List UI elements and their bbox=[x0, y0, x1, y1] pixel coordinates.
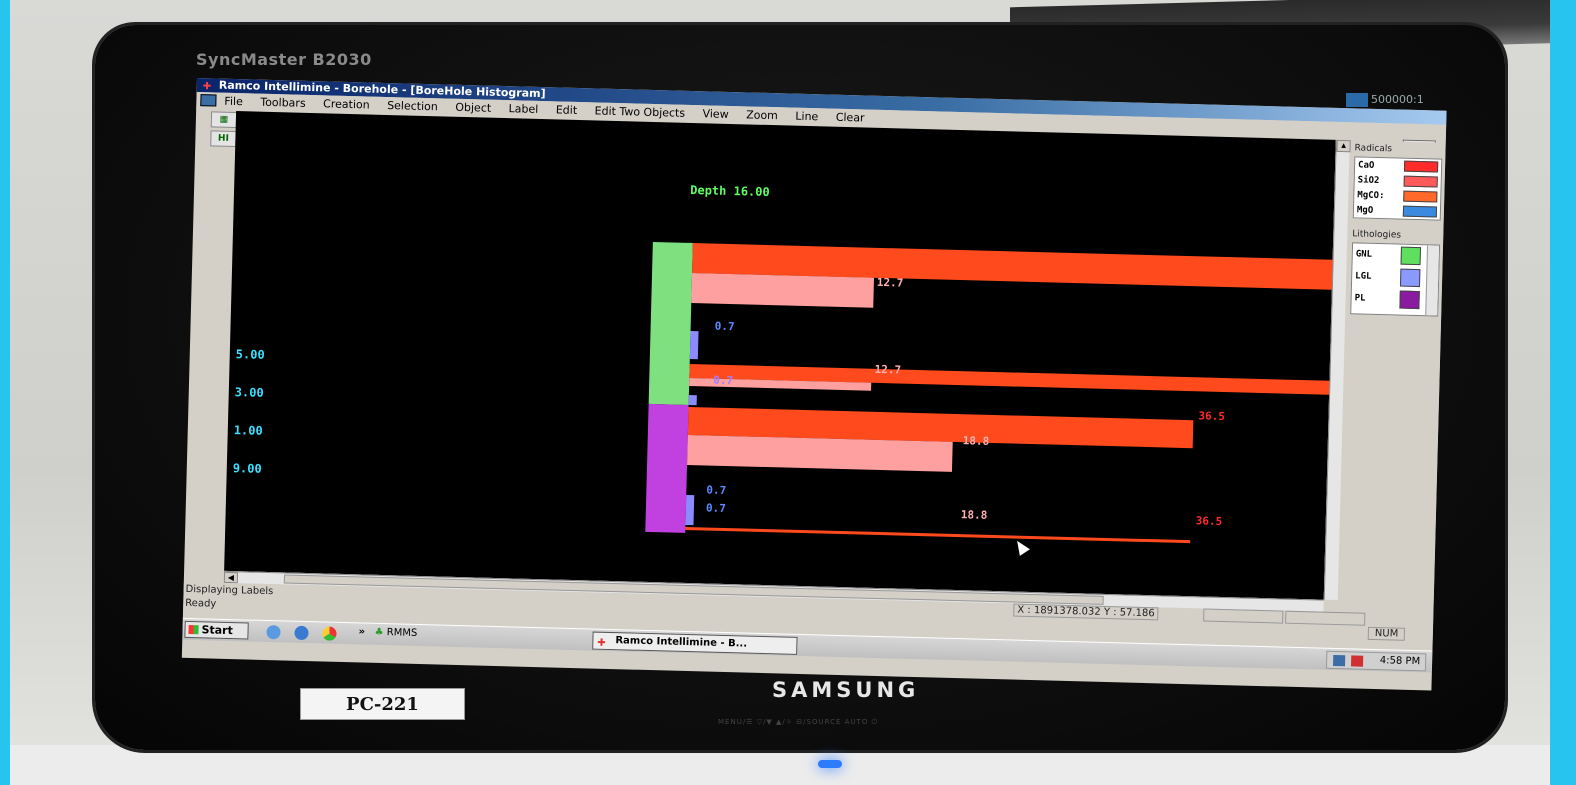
value-label: 0.7 bbox=[714, 319, 735, 334]
lithologies-scrollbar[interactable] bbox=[1425, 245, 1440, 316]
scroll-up-arrow-icon[interactable]: ▲ bbox=[1336, 139, 1351, 153]
menu-clear[interactable]: Clear bbox=[836, 109, 865, 127]
value-label: 18.8 bbox=[962, 434, 990, 448]
quick-launch-more[interactable]: » bbox=[358, 626, 365, 637]
legend-panel: Radicals CaO SiO2 MgCO: MgO Lithologies … bbox=[1339, 140, 1446, 613]
clock: 4:58 PM bbox=[1379, 655, 1421, 668]
lithology-name: GNL bbox=[1355, 249, 1373, 260]
contrast-ratio-label: 500000:1 bbox=[1371, 93, 1424, 106]
security-alert-icon[interactable] bbox=[1350, 655, 1364, 667]
lithology-name: PL bbox=[1354, 293, 1366, 304]
value-label: 0.7 bbox=[713, 373, 734, 388]
color-swatch bbox=[1402, 205, 1438, 218]
bar-sio2 bbox=[691, 273, 875, 308]
menu-edit[interactable]: Edit bbox=[556, 101, 578, 119]
menu-line[interactable]: Line bbox=[795, 108, 818, 126]
desk-surface bbox=[10, 745, 1550, 785]
radical-row[interactable]: MgO bbox=[1354, 202, 1440, 219]
chart-title: Depth 16.00 bbox=[690, 182, 770, 200]
menu-zoom[interactable]: Zoom bbox=[746, 106, 778, 124]
menu-object[interactable]: Object bbox=[455, 99, 491, 117]
color-swatch bbox=[1399, 268, 1421, 288]
monitor-screen: ✚ Ramco Intellimine - Borehole - [BoreHo… bbox=[181, 78, 1447, 691]
brand-logo: SAMSUNG bbox=[772, 678, 920, 702]
color-swatch bbox=[1400, 246, 1421, 266]
system-tray[interactable]: 4:58 PM bbox=[1325, 650, 1427, 672]
start-label: Start bbox=[201, 623, 234, 638]
start-button[interactable]: Start bbox=[184, 620, 249, 640]
radical-name: CaO bbox=[1357, 159, 1375, 171]
menu-selection[interactable]: Selection bbox=[387, 97, 438, 115]
tree-icon: ♣ bbox=[374, 626, 384, 639]
color-swatch bbox=[1403, 190, 1438, 203]
menu-file[interactable]: File bbox=[224, 93, 243, 110]
grid-tool-button[interactable]: ▦ bbox=[210, 111, 238, 129]
status-pane bbox=[1285, 610, 1366, 626]
bar-cao bbox=[689, 363, 1330, 395]
histogram-canvas[interactable]: Depth 16.00 5.00 3.00 1.00 9.00 12.7 0.7… bbox=[224, 111, 1336, 600]
depth-label: 5.00 bbox=[235, 347, 265, 362]
color-swatch bbox=[1399, 290, 1420, 310]
monitor-model-label: SyncMaster B2030 bbox=[196, 50, 372, 69]
menu-edit-two-objects[interactable]: Edit Two Objects bbox=[594, 102, 685, 121]
scroll-left-arrow-icon[interactable]: ◀ bbox=[223, 571, 239, 584]
show-desktop-icon[interactable] bbox=[266, 625, 281, 640]
network-icon[interactable] bbox=[1332, 654, 1346, 667]
rmms-shortcut[interactable]: ♣ RMMS bbox=[374, 627, 417, 639]
value-label: 0.7 bbox=[706, 483, 727, 497]
bar-mgo bbox=[685, 494, 695, 526]
contrast-badge: 500000:1 bbox=[1346, 93, 1424, 107]
status-num-lock: NUM bbox=[1367, 626, 1406, 641]
radical-name: MgCO: bbox=[1357, 189, 1385, 201]
bezel-buttons[interactable]: MENU/☰ ▽/▼ ▲/☼ ⊟/SOURCE AUTO ⏻ bbox=[718, 718, 878, 727]
pointer-arrow-icon bbox=[1012, 537, 1030, 556]
chrome-icon[interactable] bbox=[322, 626, 337, 641]
bar-mgo bbox=[689, 331, 699, 360]
lithology-interval-gnl bbox=[648, 241, 693, 405]
hi-tool-button[interactable]: HI bbox=[210, 130, 237, 148]
bar-cao bbox=[685, 526, 1191, 544]
status-pane bbox=[1203, 608, 1284, 624]
radical-name: SiO2 bbox=[1357, 174, 1380, 186]
taskbar-app-button[interactable]: ✚ Ramco Intellimine - B... bbox=[592, 631, 798, 655]
color-swatch bbox=[1403, 175, 1438, 188]
value-label: 12.7 bbox=[876, 275, 904, 290]
value-label: 12.7 bbox=[874, 362, 902, 377]
status-message: Displaying Labels bbox=[185, 583, 274, 598]
value-label: 36.5 bbox=[1198, 409, 1226, 424]
bar-sio2 bbox=[687, 434, 953, 472]
ramco-icon: ✚ bbox=[597, 637, 606, 649]
value-label: 36.5 bbox=[1195, 514, 1223, 528]
energy-star-icon bbox=[1346, 93, 1368, 107]
menu-creation[interactable]: Creation bbox=[323, 95, 370, 113]
power-led bbox=[818, 760, 842, 768]
lithology-name: LGL bbox=[1355, 271, 1372, 282]
radicals-list[interactable]: CaO SiO2 MgCO: MgO bbox=[1352, 156, 1443, 221]
radical-name: MgO bbox=[1356, 204, 1374, 216]
depth-label: 3.00 bbox=[234, 385, 264, 400]
status-coordinates: X : 1891378.032 Y : 57.186 bbox=[1013, 603, 1159, 621]
menu-toolbars[interactable]: Toolbars bbox=[260, 94, 306, 112]
value-label: 0.7 bbox=[705, 501, 726, 515]
depth-label: 9.00 bbox=[232, 461, 262, 476]
depth-label: 1.00 bbox=[233, 423, 263, 438]
bar-mgo bbox=[688, 394, 697, 406]
internet-explorer-icon[interactable] bbox=[294, 625, 309, 641]
color-swatch bbox=[1403, 160, 1439, 173]
menu-view[interactable]: View bbox=[702, 105, 729, 123]
asset-tag-label: PC-221 bbox=[300, 688, 465, 720]
lithology-interval-pl bbox=[645, 403, 689, 533]
lithologies-list[interactable]: GNL LGL PL bbox=[1350, 242, 1441, 317]
mdi-system-menu-icon[interactable] bbox=[200, 94, 217, 107]
menu-label[interactable]: Label bbox=[508, 100, 538, 118]
status-ready: Ready bbox=[185, 597, 217, 610]
value-label: 18.8 bbox=[960, 508, 988, 522]
taskbar-app-label: Ramco Intellimine - B... bbox=[615, 635, 748, 650]
windows-flag-icon bbox=[188, 624, 199, 635]
rmms-label: RMMS bbox=[386, 627, 418, 639]
